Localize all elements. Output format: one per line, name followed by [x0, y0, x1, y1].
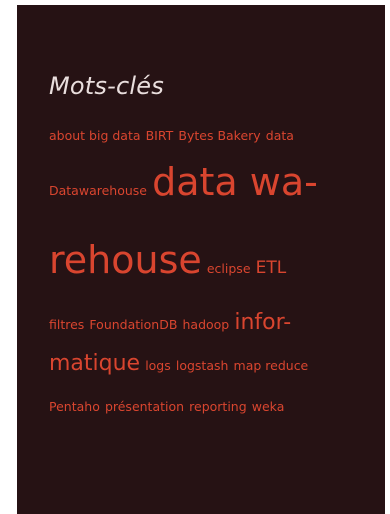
tag-eclipse[interactable]: eclipse — [207, 261, 251, 276]
tag-etl[interactable]: ETL — [256, 258, 287, 278]
keywords-widget: Mots-clés about big data BIRT Bytes Bake… — [17, 5, 385, 514]
tag-logs[interactable]: logs — [145, 358, 171, 373]
tag-cloud-line: filtres FoundationDB hadoop infor- — [49, 304, 371, 344]
tag-presentation[interactable]: présentation — [105, 399, 184, 414]
tag-filtres[interactable]: filtres — [49, 317, 84, 332]
tag-weka[interactable]: weka — [252, 399, 285, 414]
tag-foundationdb[interactable]: FoundationDB — [89, 317, 177, 332]
tag-datawarehouse[interactable]: Datawarehouse — [49, 183, 147, 198]
tag-cloud-line: matique logs logstash map reduce — [49, 344, 371, 386]
tag-informatique-cont[interactable]: matique — [49, 351, 140, 376]
tag-cloud-line: Pentaho présentation reporting weka — [49, 386, 371, 427]
tag-bytes-bakery[interactable]: Bytes Bakery — [178, 128, 260, 143]
tag-cloud-line: Datawarehouse data wa- — [49, 148, 371, 225]
tag-data-warehouse[interactable]: data wa- — [152, 160, 318, 204]
tag-logstash[interactable]: logstash — [176, 358, 229, 373]
tag-cloud-line: about big data BIRT Bytes Bakery data — [49, 123, 371, 148]
tag-data-warehouse-cont[interactable]: rehouse — [49, 238, 202, 282]
tag-about-big-data[interactable]: about big data — [49, 128, 141, 143]
tag-pentaho[interactable]: Pentaho — [49, 399, 100, 414]
tag-hadoop[interactable]: hadoop — [183, 317, 230, 332]
tag-cloud: about big data BIRT Bytes Bakery data Da… — [49, 123, 371, 427]
tag-map-reduce[interactable]: map reduce — [234, 358, 309, 373]
tag-reporting[interactable]: reporting — [189, 399, 247, 414]
tag-birt[interactable]: BIRT — [146, 128, 174, 143]
widget-title: Mots-clés — [49, 72, 164, 100]
tag-informatique[interactable]: infor- — [234, 310, 291, 335]
tag-data[interactable]: data — [266, 128, 294, 143]
tag-cloud-line: rehouse eclipse ETL — [49, 225, 371, 304]
